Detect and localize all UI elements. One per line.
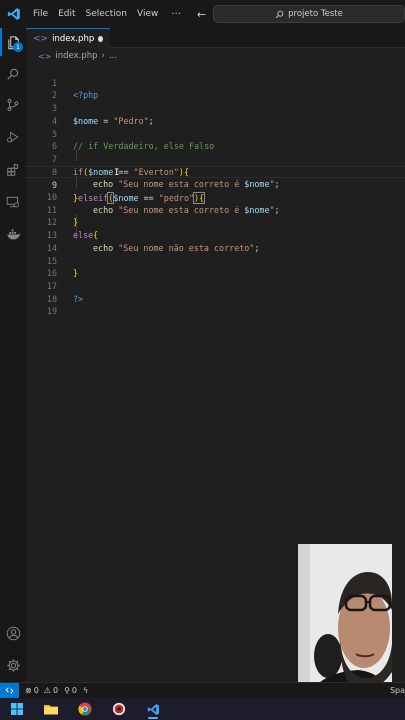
error-count: 0 <box>33 686 39 695</box>
code-line: 10 echo "Seu nome esta correto é $nome"; <box>26 178 405 215</box>
error-icon: ⊗ <box>25 686 32 695</box>
menu-selection[interactable]: Selection <box>81 0 132 28</box>
menu-edit[interactable]: Edit <box>53 0 80 28</box>
unsaved-dot-icon[interactable] <box>98 35 103 42</box>
breadcrumb-symbols[interactable]: ... <box>109 51 117 61</box>
run-debug-icon <box>7 131 19 143</box>
code-line: 3 $nome = "Pedro"; <box>26 89 405 126</box>
code-line: 8 echo "Seu nome esta correto é $nome"; <box>26 153 405 190</box>
tab-label: index.php <box>52 33 95 44</box>
activity-accounts[interactable] <box>0 619 26 647</box>
ports-indicator[interactable]: ⚲ 0 <box>64 686 77 695</box>
menu-bar: File Edit Selection View ··· <box>28 0 189 28</box>
code-line: 7 if($nome == "Everton"){ <box>26 140 405 177</box>
source-control-icon <box>7 98 19 112</box>
account-icon <box>6 626 20 640</box>
screen-recorder-icon <box>112 702 126 716</box>
windows-taskbar <box>0 698 405 720</box>
breadcrumb: <> index.php › ... <box>26 48 405 64</box>
breadcrumb-file[interactable]: index.php <box>55 51 97 61</box>
code-line: 2 <box>26 77 405 100</box>
warning-count: 0 <box>52 686 59 695</box>
ports-icon: ⚲ <box>64 686 70 695</box>
vscode-logo-icon[interactable] <box>0 0 28 28</box>
remote-icon <box>5 687 14 694</box>
settings-gear-icon <box>6 658 20 672</box>
activity-search[interactable] <box>0 60 26 88</box>
tab-index-php[interactable]: <> index.php <box>26 28 110 48</box>
code-line: 1 <?php <box>26 64 405 101</box>
activity-explorer[interactable]: 1 <box>0 28 26 56</box>
code-line: 11 } <box>26 191 405 228</box>
code-line-current: 9 }elseif($nome == "pedro"){ I <box>26 165 405 204</box>
taskbar-recorder[interactable] <box>102 698 136 720</box>
problems-indicator[interactable]: ⊗ 0 ⚠ 0 <box>25 686 58 695</box>
status-bar: ⊗ 0 ⚠ 0 ⚲ 0 ϟ Spa <box>0 682 405 699</box>
activity-manage[interactable] <box>0 651 26 679</box>
activity-docker[interactable] <box>0 220 26 248</box>
chrome-icon <box>78 702 92 716</box>
code-line: 14 <box>26 229 405 253</box>
taskbar-chrome[interactable] <box>68 698 102 720</box>
activity-remote-explorer[interactable] <box>0 188 26 216</box>
editor-tab-bar: <> index.php <box>26 28 405 48</box>
activity-extensions[interactable] <box>0 156 26 184</box>
code-line: 19 <box>26 293 405 316</box>
code-line: 12 else{ <box>26 204 405 240</box>
extensions-icon <box>7 163 19 176</box>
search-icon <box>275 10 284 18</box>
menu-more-icon[interactable]: ··· <box>163 9 189 20</box>
remote-indicator[interactable] <box>0 682 19 699</box>
taskbar-vscode[interactable] <box>136 698 170 720</box>
start-button[interactable] <box>0 698 34 720</box>
status-right-text[interactable]: Spa <box>390 683 405 699</box>
menu-view[interactable]: View <box>132 0 163 28</box>
code-line: 6 <box>26 128 405 151</box>
command-center-search[interactable]: projeto Teste <box>213 5 405 23</box>
php-file-icon: <> <box>38 51 52 61</box>
warning-icon: ⚠ <box>43 686 51 695</box>
taskbar-file-explorer[interactable] <box>34 698 68 720</box>
title-bar: File Edit Selection View ··· ← → projeto… <box>0 0 405 28</box>
code-line: 17 ?> <box>26 267 405 304</box>
code-line: 4 <box>26 102 405 126</box>
code-line: 18 <box>26 280 405 304</box>
activity-source-control[interactable] <box>0 91 26 119</box>
folder-icon <box>44 705 58 715</box>
vscode-icon <box>147 703 159 715</box>
php-file-icon: <> <box>33 33 49 44</box>
live-share-indicator[interactable]: ϟ <box>83 686 88 695</box>
windows-logo-icon <box>11 703 23 715</box>
activity-bar: 1 <box>0 28 26 682</box>
lightning-icon: ϟ <box>83 686 89 695</box>
back-arrow-icon[interactable]: ← <box>197 8 206 21</box>
code-line: 15 } <box>26 242 405 279</box>
line-number: 19 <box>46 306 57 317</box>
code-line: 16 <box>26 255 405 278</box>
breadcrumb-separator: › <box>101 51 105 61</box>
activity-run-debug[interactable] <box>0 123 26 151</box>
menu-file[interactable]: File <box>28 0 53 28</box>
remote-explorer-icon <box>6 196 19 208</box>
explorer-badge: 1 <box>13 42 23 52</box>
code-line: 13 echo "Seu nome não esta correto"; <box>26 216 405 253</box>
code-line: 5 // if Verdadeiro, else Falso <box>26 115 405 152</box>
search-icon <box>7 68 19 80</box>
docker-icon <box>6 229 20 239</box>
search-box-label: projeto Teste <box>288 9 343 19</box>
ports-count: 0 <box>71 686 78 695</box>
